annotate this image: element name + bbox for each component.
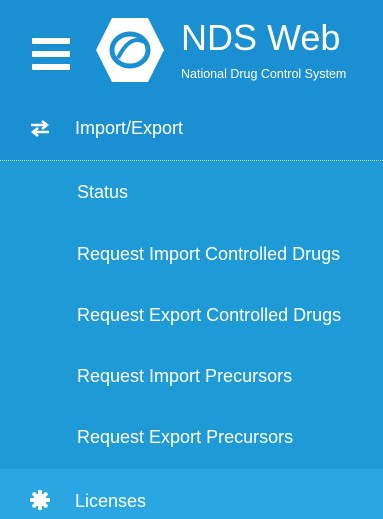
app-header: NDS Web National Drug Control System (0, 0, 383, 97)
sidebar-item-label: Request Export Controlled Drugs (77, 305, 342, 325)
sidebar-item-label: Request Export Precursors (77, 427, 294, 447)
sidebar-item-label: Request Import Controlled Drugs (77, 244, 341, 264)
sidebar-section-label: Import/Export (75, 118, 184, 138)
hamburger-menu-icon[interactable] (32, 38, 70, 70)
sidebar-item-status[interactable]: Status (0, 162, 383, 224)
sidebar-item-label: Status (77, 182, 129, 202)
sidebar-section-label: Licenses (75, 491, 147, 511)
app-logo (96, 18, 164, 82)
sidebar-item-request-export-precursors[interactable]: Request Export Precursors (0, 407, 383, 469)
gear-icon (30, 490, 50, 510)
sidebar-item-request-import-controlled-drugs[interactable]: Request Import Controlled Drugs (0, 224, 383, 286)
sidebar: NDS Web National Drug Control System Imp… (0, 0, 383, 519)
sidebar-item-request-import-precursors[interactable]: Request Import Precursors (0, 346, 383, 408)
arrows-exchange-icon (30, 120, 50, 137)
sidebar-item-request-export-controlled-drugs[interactable]: Request Export Controlled Drugs (0, 285, 383, 347)
app-title: NDS Web (181, 17, 341, 58)
sidebar-item-label: Request Import Precursors (77, 366, 293, 386)
sidebar-section-import-export[interactable]: Import/Export (0, 97, 383, 161)
sidebar-section-licenses[interactable]: Licenses (0, 469, 383, 519)
app-subtitle: National Drug Control System (181, 67, 347, 81)
